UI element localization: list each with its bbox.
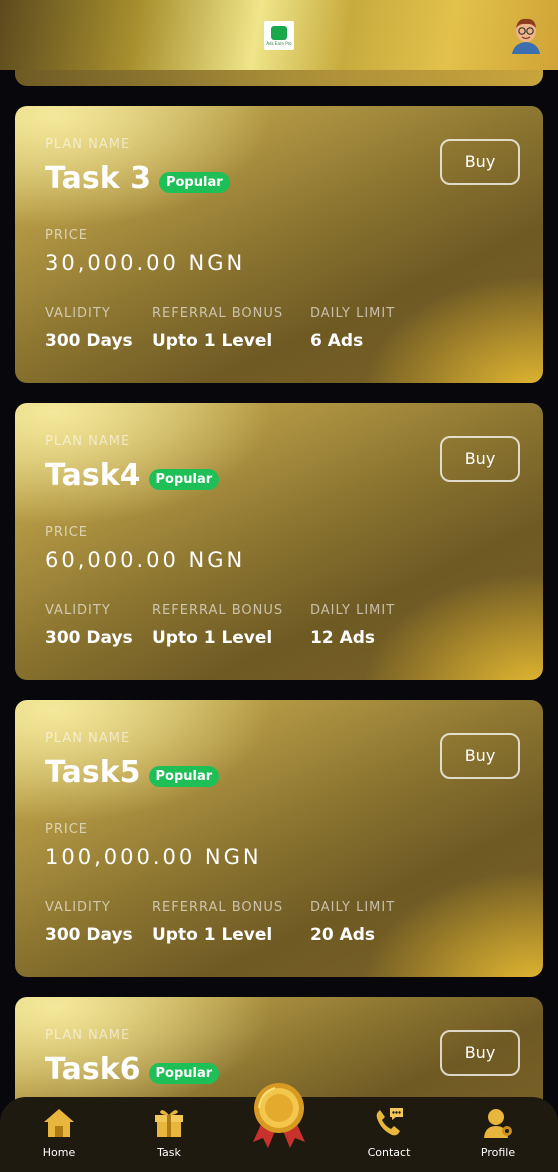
plan-card-task-4: PLAN NAME Task4 Popular Buy PRICE 60,000… (15, 403, 543, 680)
validity-label: VALIDITY (45, 306, 111, 321)
nav-label-home: Home (42, 1146, 76, 1159)
plan-price: 60,000.00 NGN (45, 548, 246, 572)
referral-bonus-value: Upto 1 Level (152, 925, 273, 945)
app-logo[interactable]: Ads Earn Pro (264, 21, 294, 50)
avatar-icon (512, 18, 540, 54)
validity-value: 300 Days (45, 628, 133, 648)
logo-text: Ads Earn Pro (266, 40, 292, 46)
nav-item-profile[interactable]: Profile (458, 1103, 538, 1163)
plan-name-label: PLAN NAME (45, 731, 131, 746)
plan-name: Task6 (45, 1051, 141, 1087)
referral-bonus-value: Upto 1 Level (152, 331, 273, 351)
popular-badge: Popular (158, 171, 230, 193)
nav-item-contact[interactable]: Contact (349, 1103, 429, 1163)
nav-label-task: Task (157, 1146, 181, 1159)
nav-label-profile: Profile (480, 1146, 516, 1159)
home-icon (44, 1109, 74, 1137)
referral-bonus-label: REFERRAL BONUS (152, 900, 284, 915)
popular-badge: Popular (148, 468, 220, 490)
plan-name: Task 3 (45, 160, 151, 196)
daily-limit-label: DAILY LIMIT (310, 306, 396, 321)
daily-limit-value: 12 Ads (310, 628, 376, 648)
plan-name: Task4 (45, 457, 141, 493)
plan-title-row: Task4 Popular (45, 455, 220, 495)
profile-icon (484, 1109, 512, 1138)
plan-price: 100,000.00 NGN (45, 845, 262, 869)
nav-item-home[interactable]: Home (19, 1103, 99, 1163)
buy-button[interactable]: Buy (440, 139, 520, 185)
plan-card-task-3: PLAN NAME Task 3 Popular Buy PRICE 30,00… (15, 106, 543, 383)
nav-label-contact: Contact (367, 1146, 411, 1159)
phone-chat-icon (376, 1108, 403, 1136)
app-header: Ads Earn Pro (0, 0, 558, 70)
daily-limit-value: 20 Ads (310, 925, 376, 945)
validity-value: 300 Days (45, 925, 133, 945)
daily-limit-label: DAILY LIMIT (310, 603, 396, 618)
price-label: PRICE (45, 228, 88, 243)
plan-name: Task5 (45, 754, 141, 790)
plan-price: 30,000.00 NGN (45, 251, 246, 275)
validity-value: 300 Days (45, 331, 133, 351)
popular-badge: Popular (148, 765, 220, 787)
plan-name-label: PLAN NAME (45, 1028, 131, 1043)
referral-bonus-label: REFERRAL BONUS (152, 306, 284, 321)
price-label: PRICE (45, 822, 88, 837)
daily-limit-label: DAILY LIMIT (310, 900, 396, 915)
plan-card-task-5: PLAN NAME Task5 Popular Buy PRICE 100,00… (15, 700, 543, 977)
plan-name-label: PLAN NAME (45, 137, 131, 152)
validity-label: VALIDITY (45, 603, 111, 618)
popular-badge: Popular (148, 1062, 220, 1084)
nav-item-task[interactable]: Task (129, 1103, 209, 1163)
buy-button[interactable]: Buy (440, 1030, 520, 1076)
plan-name-label: PLAN NAME (45, 434, 131, 449)
referral-bonus-value: Upto 1 Level (152, 628, 273, 648)
medal-icon (253, 1083, 305, 1148)
user-avatar[interactable] (510, 16, 542, 54)
buy-button[interactable]: Buy (440, 436, 520, 482)
plan-title-row: Task 3 Popular (45, 158, 230, 198)
plan-title-row: Task5 Popular (45, 752, 220, 792)
price-label: PRICE (45, 525, 88, 540)
referral-bonus-label: REFERRAL BONUS (152, 603, 284, 618)
plan-title-row: Task6 Popular (45, 1049, 220, 1089)
nav-item-rewards[interactable] (247, 1080, 311, 1150)
buy-button[interactable]: Buy (440, 733, 520, 779)
gift-icon (155, 1110, 183, 1137)
logo-mark-icon (271, 25, 287, 40)
daily-limit-value: 6 Ads (310, 331, 364, 351)
validity-label: VALIDITY (45, 900, 111, 915)
